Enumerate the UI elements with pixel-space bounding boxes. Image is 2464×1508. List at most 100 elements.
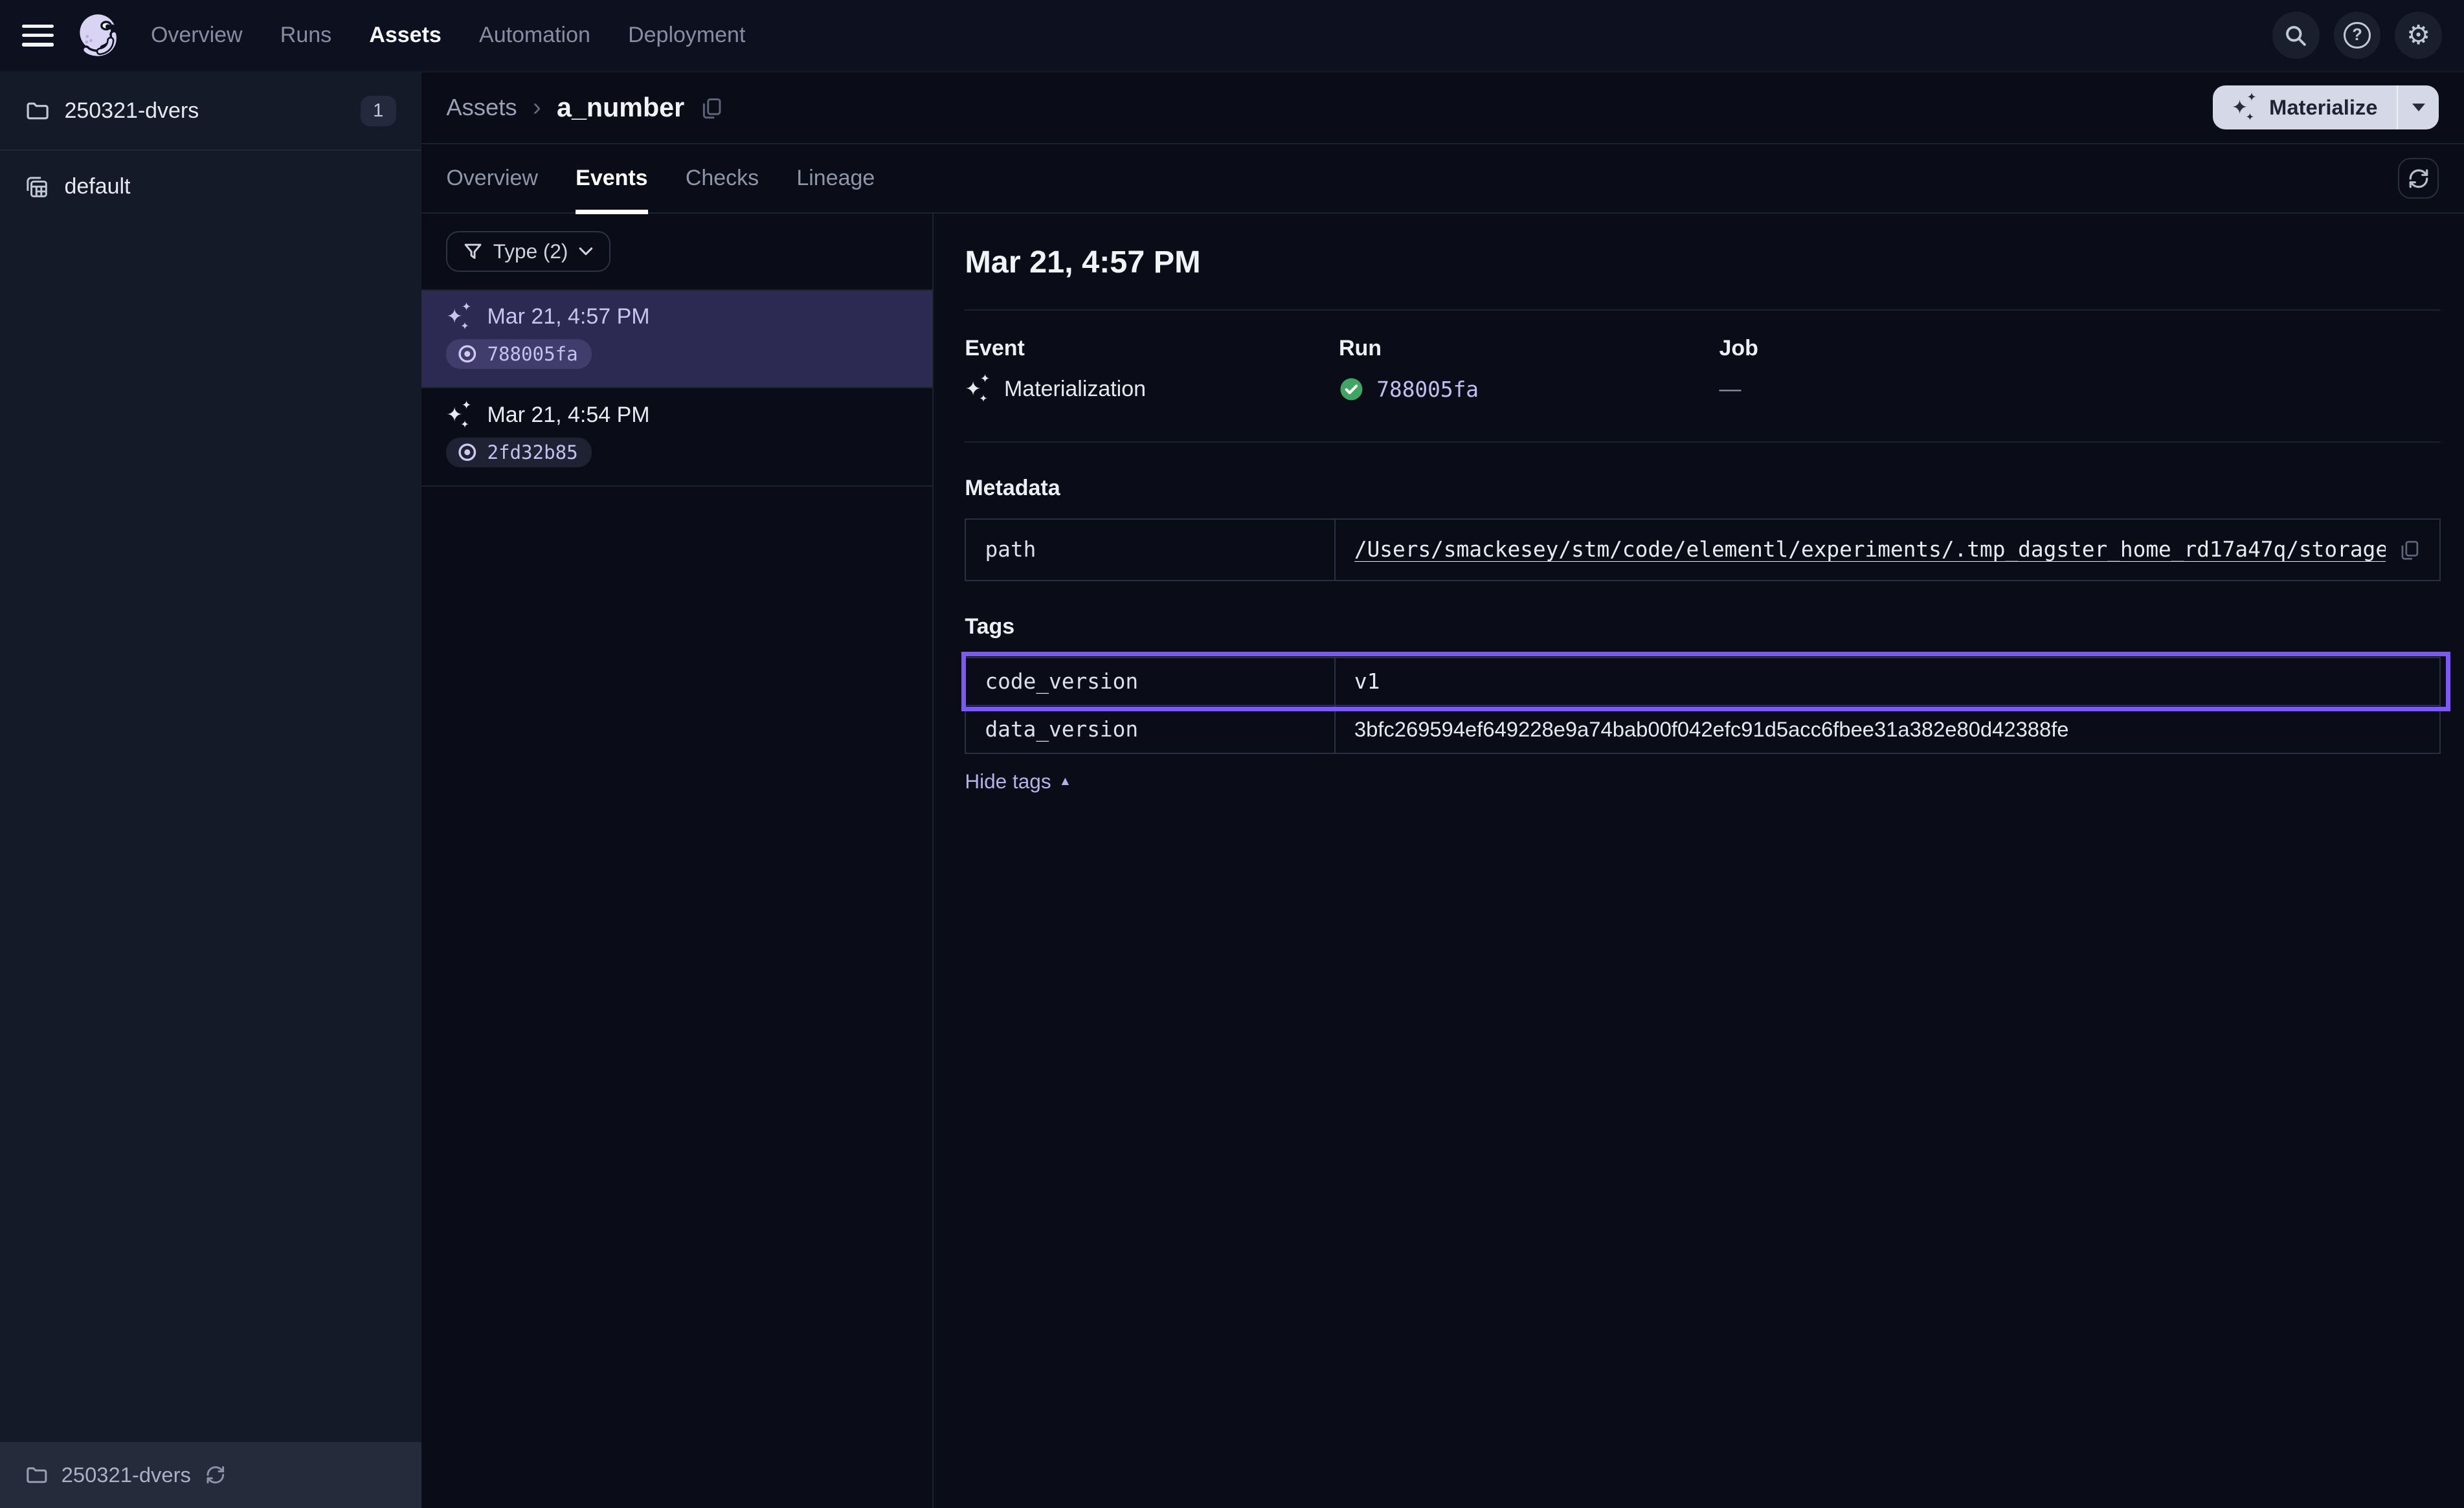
nav-item-automation[interactable]: Automation (479, 23, 590, 48)
metadata-heading: Metadata (965, 476, 2440, 501)
materialization-sparkle-icon: ✦✦✦ (965, 377, 991, 402)
metadata-path-link[interactable]: /Users/smackesey/stm/code/elementl/exper… (1354, 537, 2386, 562)
hamburger-menu-icon[interactable] (22, 25, 54, 47)
nav-item-deployment[interactable]: Deployment (628, 23, 745, 48)
success-check-icon (1339, 377, 1364, 402)
filter-icon (464, 242, 482, 261)
nav-item-assets[interactable]: Assets (369, 23, 441, 48)
metadata-table: path /Users/smackesey/stm/code/elementl/… (965, 518, 2440, 582)
run-id: 2fd32b85 (487, 441, 577, 463)
run-icon (457, 344, 478, 364)
chevron-up-icon: ▲ (1059, 775, 1071, 788)
event-summary: Event ✦✦✦ Materialization Run (965, 336, 2440, 402)
summary-job-column: Job — (1719, 336, 2440, 402)
folder-icon (25, 99, 49, 122)
run-id-badge[interactable]: 788005fa (446, 339, 592, 369)
refresh-icon (205, 1465, 226, 1485)
run-column-label: Run (1339, 336, 1719, 361)
tab-overview[interactable]: Overview (446, 144, 538, 212)
help-icon: ? (2344, 22, 2370, 49)
tags-table: code_version v1 data_version 3bfc269594e… (965, 657, 2440, 754)
materialize-button[interactable]: ✦✦✦ Materialize (2213, 85, 2397, 129)
tab-checks[interactable]: Checks (686, 144, 759, 212)
tags-heading: Tags (965, 614, 2440, 639)
sidebar-item-label: 250321-dvers (65, 98, 199, 124)
nav-item-overview[interactable]: Overview (151, 23, 243, 48)
copy-asset-name-button[interactable] (700, 96, 723, 119)
event-timestamp: Mar 21, 4:57 PM (487, 304, 649, 329)
code-location-label: 250321-dvers (62, 1463, 191, 1487)
chevron-down-icon (2412, 104, 2425, 111)
asset-tabs-row: Overview Events Checks Lineage (421, 144, 2464, 214)
type-filter-button[interactable]: Type (2) (446, 231, 610, 272)
sidebar-item-default[interactable]: default (0, 151, 421, 223)
run-id: 788005fa (487, 343, 577, 365)
tag-value: v1 (1336, 658, 2439, 705)
help-button[interactable]: ? (2334, 12, 2381, 59)
run-id-badge[interactable]: 2fd32b85 (446, 438, 592, 467)
event-timestamp: Mar 21, 4:54 PM (487, 403, 649, 428)
tag-row-data-version: data_version 3bfc269594ef649228e9a74bab0… (966, 706, 2439, 753)
settings-button[interactable]: ⚙ (2395, 12, 2442, 59)
tab-events[interactable]: Events (576, 144, 647, 212)
breadcrumb-chevron-icon: › (533, 93, 541, 122)
tag-key: code_version (966, 658, 1335, 705)
nav-item-runs[interactable]: Runs (280, 23, 331, 48)
event-rows: ✦✦✦ Mar 21, 4:57 PM 788005fa (421, 289, 932, 487)
job-column-label: Job (1719, 336, 2440, 361)
divider (965, 309, 2440, 311)
reload-location-button[interactable] (205, 1465, 226, 1485)
copy-icon (2399, 538, 2421, 560)
folder-icon (25, 1464, 47, 1486)
run-icon (457, 442, 478, 463)
filter-bar: Type (2) (421, 214, 932, 289)
summary-event-column: Event ✦✦✦ Materialization (965, 336, 1339, 402)
divider (965, 441, 2440, 443)
event-list-item[interactable]: ✦✦✦ Mar 21, 4:57 PM 788005fa (421, 291, 932, 389)
materialization-sparkle-icon: ✦✦✦ (446, 304, 473, 329)
summary-run-column: Run 788005fa (1339, 336, 1719, 402)
code-location-footer: 250321-dvers (0, 1442, 421, 1508)
metadata-row: path /Users/smackesey/stm/code/elementl/… (966, 520, 2439, 581)
refresh-icon (2408, 168, 2430, 190)
event-column-label: Event (965, 336, 1339, 361)
asset-tabs: Overview Events Checks Lineage (446, 144, 875, 212)
event-detail-title: Mar 21, 4:57 PM (965, 245, 2440, 280)
page-header: Assets › a_number ✦✦✦ Materialize (421, 72, 2464, 145)
asset-detail-main: Assets › a_number ✦✦✦ Materialize (421, 72, 2464, 1508)
asset-group-icon (25, 175, 49, 199)
primary-nav: Overview Runs Assets Automation Deployme… (151, 23, 745, 48)
sidebar-item-250321-dvers[interactable]: 250321-dvers 1 (0, 72, 421, 151)
search-button[interactable] (2272, 12, 2320, 59)
dagster-app: Overview Runs Assets Automation Deployme… (0, 0, 2464, 1508)
filter-label: Type (2) (493, 239, 568, 263)
search-icon (2284, 24, 2307, 47)
copy-icon (700, 96, 723, 119)
event-type-value: Materialization (1004, 377, 1146, 402)
materialization-sparkle-icon: ✦✦✦ (446, 403, 473, 428)
tab-lineage[interactable]: Lineage (796, 144, 875, 212)
event-list-item[interactable]: ✦✦✦ Mar 21, 4:54 PM 2fd32b85 (421, 388, 932, 487)
page-title: a_number (557, 93, 684, 123)
materialize-dropdown-button[interactable] (2398, 85, 2439, 129)
events-list-panel: Type (2) ✦✦✦ Mar 21, 4 (421, 214, 934, 1508)
run-id-link[interactable]: 788005fa (1376, 377, 1479, 402)
sparkle-icon: ✦✦✦ (2232, 95, 2258, 120)
hide-tags-link[interactable]: Hide tags ▲ (965, 770, 1071, 793)
copy-path-button[interactable] (2399, 538, 2421, 560)
materialize-label: Materialize (2269, 95, 2377, 120)
top-nav: Overview Runs Assets Automation Deployme… (0, 0, 2464, 72)
asset-count-badge: 1 (361, 96, 396, 127)
sidebar-item-label: default (65, 174, 131, 199)
asset-groups-sidebar: 250321-dvers 1 default (0, 72, 421, 1508)
tag-row-code-version: code_version v1 (966, 658, 2439, 706)
breadcrumb-assets-link[interactable]: Assets (446, 94, 517, 121)
gear-icon: ⚙ (2406, 22, 2430, 49)
job-value: — (1719, 377, 1741, 402)
refresh-events-button[interactable] (2398, 158, 2439, 199)
materialize-split-button: ✦✦✦ Materialize (2213, 85, 2439, 129)
metadata-key: path (966, 520, 1335, 581)
chevron-down-icon (579, 247, 593, 256)
tag-key: data_version (966, 706, 1335, 753)
dagster-logo (73, 9, 126, 63)
